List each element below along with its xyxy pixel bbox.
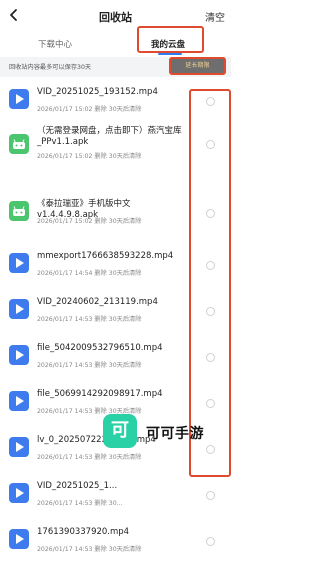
file-meta: 2026/01/17 14:53 删除 30天后清除 bbox=[37, 546, 142, 553]
video-file-icon bbox=[9, 437, 29, 457]
list-item[interactable]: VID_20251025_1... 2026/01/17 14:53 删除 30… bbox=[0, 478, 231, 518]
page-title: 回收站 bbox=[99, 11, 132, 24]
select-radio[interactable] bbox=[206, 537, 215, 546]
video-file-icon bbox=[9, 299, 29, 319]
video-file-icon bbox=[9, 345, 29, 365]
watermark-logo-text: 可 bbox=[111, 420, 129, 441]
file-name: （无需登录网盘，点击即下）燕汽宝库_PPv1.1.apk bbox=[37, 126, 182, 147]
select-radio[interactable] bbox=[206, 491, 215, 500]
file-meta: 2026/01/17 14:53 删除 30天后清除 bbox=[37, 316, 142, 323]
video-file-icon bbox=[9, 483, 29, 503]
file-meta: 2026/01/17 14:54 删除 30天后清除 bbox=[37, 270, 142, 277]
file-meta: 2026/01/17 15:02 删除 30天后清除 bbox=[37, 218, 142, 225]
tab-download-center[interactable]: 下载中心 bbox=[38, 38, 72, 50]
file-name: VID_20240602_213119.mp4 bbox=[37, 297, 158, 307]
file-name: file_5042009532796510.mp4 bbox=[37, 343, 163, 353]
file-name: VID_20251025_1... bbox=[37, 481, 118, 491]
watermark-logo: 可 bbox=[103, 414, 137, 448]
video-file-icon bbox=[9, 253, 29, 273]
active-tab-indicator bbox=[158, 53, 182, 55]
watermark-text: 可可手游 bbox=[146, 426, 204, 442]
file-name: 1761390337920.mp4 bbox=[37, 527, 130, 537]
video-file-icon bbox=[9, 391, 29, 411]
file-name: file_5069914292098917.mp4 bbox=[37, 389, 163, 399]
file-name: VID_20251025_193152.mp4 bbox=[37, 87, 158, 97]
file-meta: 2026/01/17 14:53 删除 30天后清除 bbox=[37, 362, 142, 369]
file-meta: 2026/01/17 15:02 删除 30天后清除 bbox=[37, 106, 142, 113]
android-apk-icon bbox=[9, 134, 29, 154]
android-apk-icon bbox=[9, 201, 29, 221]
tab-highlight-box bbox=[137, 26, 204, 53]
file-name: mmexport1766638593228.mp4 bbox=[37, 251, 174, 261]
list-item[interactable]: 1761390337920.mp4 2026/01/17 14:53 删除 30… bbox=[0, 524, 231, 564]
clear-button[interactable]: 清空 bbox=[205, 9, 225, 24]
watermark: 可 可可手游 bbox=[103, 414, 223, 458]
video-file-icon bbox=[9, 89, 29, 109]
extend-button-label: 延长期限 bbox=[185, 62, 210, 69]
file-meta: 2026/01/17 14:53 删除 30... bbox=[37, 500, 123, 507]
file-meta: 2026/01/17 15:02 删除 30天后清除 bbox=[37, 153, 142, 160]
video-file-icon bbox=[9, 529, 29, 549]
extend-button[interactable]: 延长期限 bbox=[169, 57, 226, 75]
notice-text: 回收站内容最多可以保存30天 bbox=[9, 64, 92, 71]
